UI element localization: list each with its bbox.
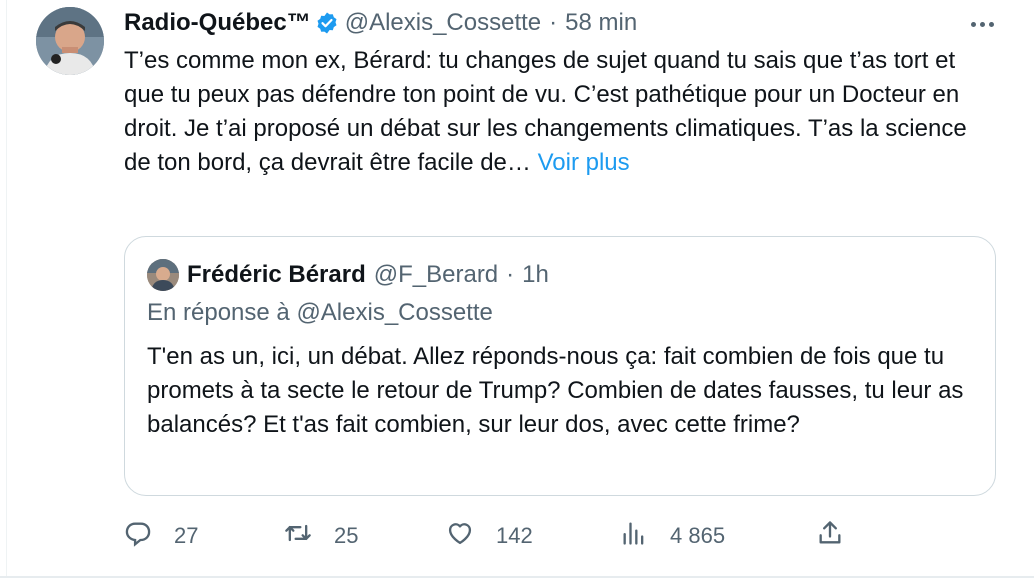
separator-dot: · <box>549 9 558 36</box>
quoted-author-handle[interactable]: @F_Berard <box>374 261 498 289</box>
tweet-timestamp[interactable]: 58 min <box>565 9 637 37</box>
quoted-tweet-timestamp[interactable]: 1h <box>522 261 549 289</box>
quoted-author-name[interactable]: Frédéric Bérard <box>187 261 366 289</box>
retweet-count: 25 <box>334 523 359 548</box>
quoted-tweet[interactable]: Frédéric Bérard @F_Berard · 1h En répons… <box>124 236 996 496</box>
quoted-tweet-text: T'en as un, ici, un débat. Allez réponds… <box>147 343 964 438</box>
reply-context: En réponse à @Alexis_Cossette <box>147 299 493 326</box>
reply-count: 27 <box>174 523 199 548</box>
retweet-button[interactable]: 25 <box>284 516 358 556</box>
view-count: 4 865 <box>670 523 726 548</box>
retweet-icon <box>284 519 312 553</box>
views-icon <box>620 519 648 553</box>
quoted-author-avatar[interactable] <box>147 259 179 291</box>
reply-icon <box>124 519 152 553</box>
tweet-text: T’es comme mon ex, Bérard: tu changes de… <box>124 44 974 180</box>
tweet-card[interactable]: Radio-Québec™ @Alexis_Cossette · 58 min … <box>0 0 1034 578</box>
share-button[interactable] <box>816 516 844 556</box>
views-button[interactable]: 4 865 <box>620 516 725 556</box>
author-name[interactable]: Radio-Québec™ <box>124 9 311 37</box>
like-button[interactable]: 142 <box>446 516 533 556</box>
author-handle[interactable]: @Alexis_Cossette <box>345 9 541 37</box>
verified-badge-icon <box>315 11 339 35</box>
tweet-header: Radio-Québec™ @Alexis_Cossette · 58 min <box>124 6 637 40</box>
reply-button[interactable]: 27 <box>124 516 198 556</box>
tweet-actions: 27 25 142 4 865 <box>124 516 844 556</box>
separator-dot: · <box>506 261 515 288</box>
like-icon <box>446 519 474 553</box>
author-avatar[interactable] <box>36 7 104 75</box>
quoted-tweet-header: Frédéric Bérard @F_Berard · 1h <box>187 259 549 291</box>
more-options-icon[interactable] <box>966 8 998 40</box>
divider <box>6 0 7 578</box>
show-more-link[interactable]: Voir plus <box>538 149 630 176</box>
share-icon <box>816 519 844 553</box>
like-count: 142 <box>496 523 533 548</box>
